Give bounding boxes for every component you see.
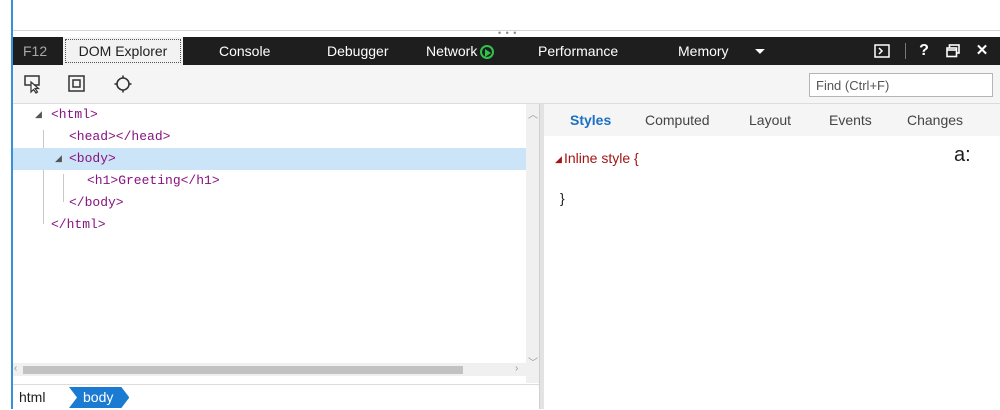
dom-toolbar — [13, 65, 1000, 104]
undock-icon[interactable] — [944, 37, 962, 65]
more-tabs-chevron-icon[interactable]: ⏷ — [750, 37, 770, 65]
find-field[interactable] — [809, 73, 993, 97]
tab-events[interactable]: Events — [829, 112, 872, 128]
dom-node-label: </body> — [69, 195, 124, 210]
collapse-triangle-icon[interactable]: ◢ — [555, 154, 562, 165]
help-icon[interactable]: ? — [916, 37, 932, 65]
breadcrumb: html body — [13, 384, 539, 410]
collapse-triangle-icon[interactable]: ◢ — [55, 148, 62, 170]
color-picker-icon[interactable] — [113, 74, 133, 94]
scroll-thumb[interactable] — [23, 366, 463, 374]
tab-styles[interactable]: Styles — [570, 112, 611, 128]
dom-vertical-scrollbar[interactable]: ︿ ﹀ — [526, 104, 539, 383]
highlight-element-icon[interactable] — [67, 74, 87, 94]
tab-network[interactable]: Network — [426, 37, 495, 65]
tab-performance[interactable]: Performance — [538, 37, 618, 65]
tab-changes[interactable]: Changes — [907, 112, 963, 128]
dom-horizontal-scrollbar[interactable]: ‹ › — [13, 363, 526, 376]
select-element-icon[interactable] — [23, 74, 43, 94]
dom-node-body[interactable]: ◢ <body> — [13, 148, 527, 170]
dom-node-body-close[interactable]: </body> — [13, 192, 527, 214]
dom-node-head[interactable]: <head></head> — [13, 126, 527, 148]
breadcrumb-body[interactable]: body — [69, 387, 129, 408]
close-icon[interactable]: ✕ — [973, 37, 991, 65]
dom-node-html-close[interactable]: </html> — [13, 214, 527, 236]
dom-tree-pane: ◢ <html> <head></head> ◢ <body> <h1>Gree… — [13, 104, 539, 383]
styles-tab-bar: Styles Computed Layout Events Changes — [544, 104, 1000, 136]
tab-computed[interactable]: Computed — [645, 112, 710, 128]
dom-node-label: </html> — [51, 217, 106, 232]
record-play-icon — [480, 45, 495, 59]
styles-pane: Styles Computed Layout Events Changes ◢ … — [544, 104, 1000, 409]
page-viewport — [13, 0, 1000, 31]
rule-closing-brace: } — [560, 190, 565, 206]
tab-dom-explorer[interactable]: DOM Explorer — [63, 37, 183, 65]
inline-style-rule[interactable]: Inline style { — [564, 150, 639, 166]
dom-node-label: <h1>Greeting</h1> — [87, 173, 220, 188]
dom-node-label: <body> — [69, 151, 116, 166]
dom-node-h1[interactable]: <h1>Greeting</h1> — [13, 170, 527, 192]
resize-grip-icon[interactable]: • • • — [498, 29, 517, 38]
tab-network-label: Network — [426, 43, 478, 59]
f12-label: F12 — [23, 43, 48, 59]
scroll-up-icon[interactable]: ︿ — [528, 106, 538, 121]
pseudo-state-toggle[interactable]: a: — [954, 144, 971, 167]
dom-node-label: <html> — [51, 107, 98, 122]
dom-node-html[interactable]: ◢ <html> — [13, 104, 527, 126]
scroll-left-icon[interactable]: ‹ — [14, 363, 17, 374]
tab-console[interactable]: Console — [219, 37, 270, 65]
tab-layout[interactable]: Layout — [749, 112, 791, 128]
dom-node-label: <head></head> — [69, 129, 171, 144]
devtools-tab-bar: F12 DOM Explorer Console Debugger Networ… — [13, 37, 1000, 65]
find-input[interactable] — [816, 75, 986, 95]
toolbar-separator — [905, 43, 906, 59]
scroll-down-icon[interactable]: ﹀ — [528, 354, 538, 369]
tab-debugger[interactable]: Debugger — [327, 37, 389, 65]
collapse-triangle-icon[interactable]: ◢ — [35, 104, 42, 126]
scroll-right-icon[interactable]: › — [515, 363, 518, 374]
breadcrumb-html[interactable]: html — [19, 389, 45, 405]
console-toggle-icon[interactable] — [872, 37, 892, 65]
tab-memory[interactable]: Memory — [678, 37, 729, 65]
